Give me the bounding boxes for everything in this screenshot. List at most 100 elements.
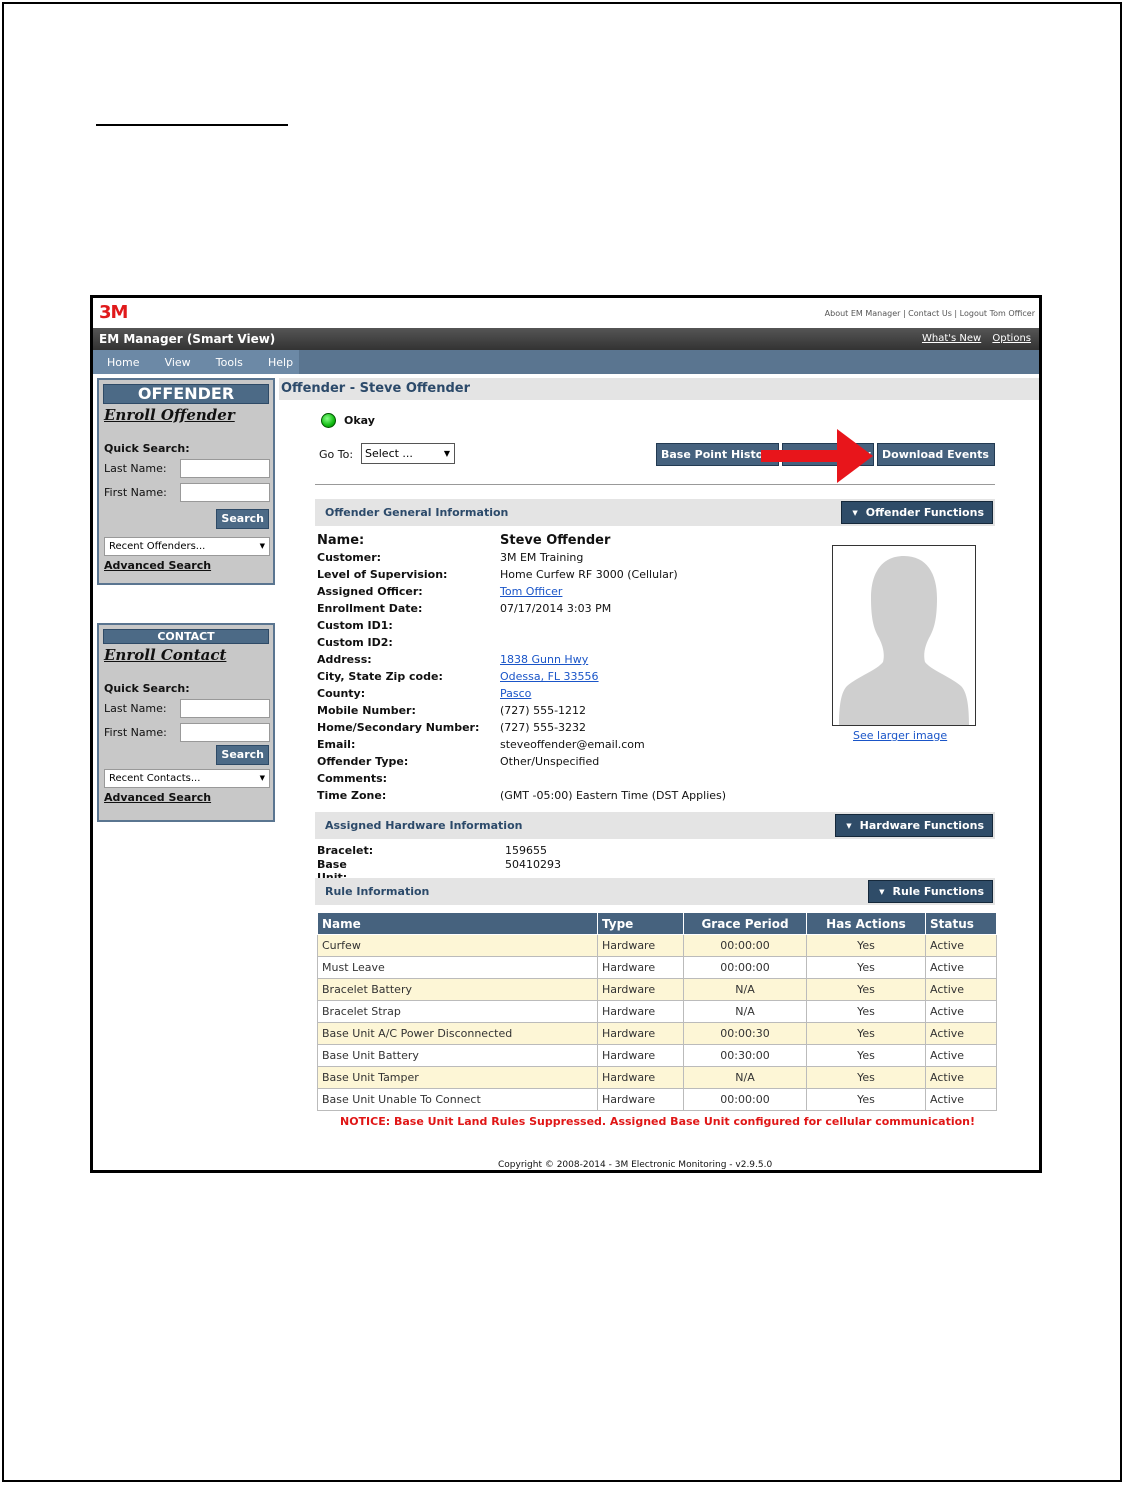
field-label: Custom ID1:	[317, 619, 393, 632]
status-text: Okay	[344, 414, 375, 427]
menu-tools[interactable]: Tools	[216, 350, 243, 369]
recent-offenders-select[interactable]: Recent Offenders... ▼	[104, 537, 270, 556]
first-name-row: First Name:	[104, 723, 273, 743]
rule-name-cell: Base Unit A/C Power Disconnected	[317, 1022, 598, 1045]
status-cell: Active	[925, 1022, 997, 1045]
contact-last-name-input[interactable]	[180, 699, 270, 718]
dropdown-arrow-icon: ▼	[259, 774, 265, 782]
table-row[interactable]: Curfew Hardware 00:00:00 Yes Active	[317, 934, 997, 957]
table-row[interactable]: Bracelet Strap Hardware N/A Yes Active	[317, 1000, 997, 1023]
hardware-title: Assigned Hardware Information	[325, 819, 523, 832]
field-value: Other/Unspecified	[500, 755, 600, 768]
top-links[interactable]: About EM Manager | Contact Us | Logout T…	[825, 309, 1035, 318]
col-grace-period[interactable]: Grace Period	[683, 912, 807, 935]
hardware-functions-label: Hardware Functions	[859, 819, 984, 832]
assigned-officer-link[interactable]: Tom Officer	[500, 585, 562, 598]
rule-name-cell: Base Unit Unable To Connect	[317, 1088, 598, 1111]
triangle-down-icon: ▼	[846, 822, 852, 830]
offender-functions-label: Offender Functions	[865, 506, 984, 519]
table-row[interactable]: Base Unit Battery Hardware 00:30:00 Yes Acti…	[317, 1044, 997, 1067]
contact-search-button[interactable]: Search	[216, 745, 269, 765]
contact-first-name-input[interactable]	[180, 723, 270, 742]
field-value: 07/17/2014 3:03 PM	[500, 602, 612, 615]
contact-sidebar-box: CONTACT Enroll Contact Quick Search: Las…	[97, 623, 275, 822]
county-link[interactable]: Pasco	[500, 687, 531, 700]
rule-name-cell: Bracelet Strap	[317, 1000, 598, 1023]
last-name-label: Last Name:	[104, 702, 167, 715]
goto-select[interactable]: Select ... ▼	[361, 443, 455, 464]
rule-functions-label: Rule Functions	[892, 885, 984, 898]
status-cell: Active	[925, 1066, 997, 1089]
col-name[interactable]: Name	[317, 912, 598, 935]
rule-name-cell: Base Unit Tamper	[317, 1066, 598, 1089]
menu-bar: Home View Tools Help	[93, 350, 1039, 374]
field-label: Customer:	[317, 551, 382, 564]
menu-help[interactable]: Help	[268, 350, 293, 369]
rule-name-cell: Must Leave	[317, 956, 598, 979]
table-row[interactable]: Base Unit A/C Power Disconnected Hardware…	[317, 1022, 997, 1045]
grace-period-cell: 00:00:00	[683, 934, 807, 957]
has-actions-cell: Yes	[806, 978, 926, 1001]
base-unit-value: 50410293	[505, 858, 561, 871]
triangle-down-icon: ▼	[852, 509, 858, 517]
whats-new-link[interactable]: What's New	[922, 333, 981, 344]
status-cell: Active	[925, 1000, 997, 1023]
page-title-bar: Offender - Steve Offender	[279, 378, 1039, 400]
menu-view[interactable]: View	[165, 350, 191, 369]
offender-first-name-input[interactable]	[180, 483, 270, 502]
col-type[interactable]: Type	[597, 912, 684, 935]
table-row[interactable]: Base Unit Tamper Hardware N/A Yes Active	[317, 1066, 997, 1089]
table-row[interactable]: Bracelet Battery Hardware N/A Yes Active	[317, 978, 997, 1001]
rule-type-cell: Hardware	[597, 1066, 684, 1089]
download-events-button[interactable]: Download Events	[877, 443, 995, 466]
recent-contacts-select[interactable]: Recent Contacts... ▼	[104, 769, 270, 788]
rule-name-cell: Bracelet Battery	[317, 978, 598, 1001]
enroll-offender-link[interactable]: Enroll Offender	[104, 406, 273, 424]
address-link[interactable]: 1838 Gunn Hwy	[500, 653, 588, 666]
offender-name: Steve Offender	[500, 533, 611, 548]
offender-advanced-search-link[interactable]: Advanced Search	[104, 559, 273, 572]
rule-name-cell: Curfew	[317, 934, 598, 957]
quick-search-label: Quick Search:	[104, 442, 190, 455]
field-value: 3M EM Training	[500, 551, 584, 564]
col-has-actions[interactable]: Has Actions	[806, 912, 926, 935]
general-info-title: Offender General Information	[325, 506, 509, 519]
rules-title: Rule Information	[325, 885, 430, 898]
screenshot-frame: 3M About EM Manager | Contact Us | Logou…	[90, 295, 1042, 1173]
last-name-row: Last Name:	[104, 459, 273, 479]
col-status[interactable]: Status	[925, 912, 997, 935]
options-link[interactable]: Options	[992, 333, 1031, 344]
grace-period-cell: 00:30:00	[683, 1044, 807, 1067]
city-state-zip-link[interactable]: Odessa, FL 33556	[500, 670, 599, 683]
top-bar: 3M About EM Manager | Contact Us | Logou…	[93, 298, 1039, 328]
goto-value: Select ...	[365, 447, 413, 460]
rule-type-cell: Hardware	[597, 978, 684, 1001]
see-larger-image-link[interactable]: See larger image	[853, 729, 947, 742]
goto-label: Go To:	[319, 448, 354, 461]
top-links-text[interactable]: About EM Manager | Contact Us | Logout T…	[825, 309, 1035, 318]
has-actions-cell: Yes	[806, 1044, 926, 1067]
has-actions-cell: Yes	[806, 934, 926, 957]
offender-search-button[interactable]: Search	[216, 509, 269, 529]
rule-functions-button[interactable]: ▼ Rule Functions	[868, 880, 993, 903]
menu-home[interactable]: Home	[107, 350, 139, 369]
field-label: City, State Zip code:	[317, 670, 443, 683]
silhouette-icon	[833, 546, 975, 725]
hardware-functions-button[interactable]: ▼ Hardware Functions	[835, 814, 993, 837]
status-cell: Active	[925, 934, 997, 957]
has-actions-cell: Yes	[806, 1066, 926, 1089]
grace-period-cell: N/A	[683, 1000, 807, 1023]
table-row[interactable]: Must Leave Hardware 00:00:00 Yes Active	[317, 956, 997, 979]
offender-photo[interactable]	[832, 545, 976, 726]
red-arrow-shaft	[761, 450, 841, 462]
hardware-section-bar: Assigned Hardware Information ▼ Hardware …	[315, 812, 995, 839]
enroll-contact-link[interactable]: Enroll Contact	[104, 646, 273, 664]
has-actions-cell: Yes	[806, 956, 926, 979]
offender-last-name-input[interactable]	[180, 459, 270, 478]
has-actions-cell: Yes	[806, 1022, 926, 1045]
table-row[interactable]: Base Unit Unable To Connect Hardware 00:00…	[317, 1088, 997, 1111]
field-label: Home/Secondary Number:	[317, 721, 480, 734]
rule-type-cell: Hardware	[597, 956, 684, 979]
offender-functions-button[interactable]: ▼ Offender Functions	[841, 501, 993, 524]
contact-advanced-search-link[interactable]: Advanced Search	[104, 791, 273, 804]
